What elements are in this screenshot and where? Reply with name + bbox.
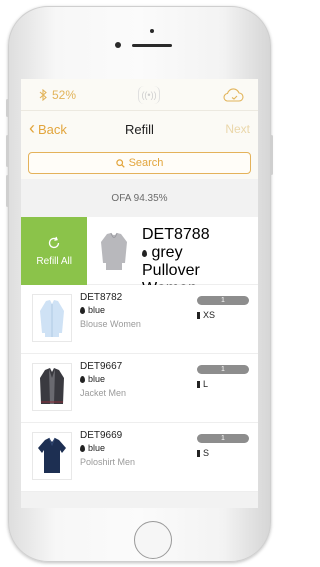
size-info: S [197, 448, 251, 458]
article-number: DET8788 [142, 226, 210, 243]
article-color: blue [80, 443, 197, 453]
jacket-icon [32, 363, 72, 411]
article-color: blue [80, 305, 197, 315]
size-info: L [197, 379, 251, 389]
size-info: XS [197, 310, 251, 320]
chevron-left-icon: ‹ [29, 118, 35, 138]
refill-all-button[interactable]: Refill All [21, 217, 88, 285]
size-icon [197, 380, 200, 388]
list-item[interactable]: DET8782 blue Blouse Women 1 XS [21, 285, 258, 354]
cloud-check-icon[interactable] [222, 87, 244, 102]
item-info: DET9667 blue Jacket Men [80, 354, 197, 422]
blouse-icon [32, 294, 72, 342]
count-badge: 1 [197, 365, 249, 374]
count-badge: 1 [197, 296, 249, 305]
ofa-summary: OFA 94.35% [21, 179, 258, 217]
volume-down-button [6, 175, 9, 207]
item-stock: 1 L [197, 354, 251, 422]
device-status-bar: 52% ((•)) [21, 79, 258, 111]
color-label: blue [88, 443, 106, 453]
color-label: blue [88, 374, 106, 384]
next-button[interactable]: Next [225, 122, 250, 136]
home-button[interactable] [134, 521, 172, 559]
power-button [270, 135, 273, 175]
item-info: DET9669 blue Poloshirt Men [80, 423, 197, 491]
poloshirt-icon [32, 432, 72, 480]
article-color: grey [142, 244, 258, 262]
search-label: Search [128, 157, 164, 169]
bluetooth-icon [39, 88, 47, 101]
item-info: DET8782 blue Blouse Women [80, 285, 197, 353]
size-icon [197, 311, 200, 319]
back-label: Back [38, 121, 67, 137]
search-button[interactable]: Search [28, 152, 251, 174]
color-drop-icon [80, 444, 85, 452]
swiped-item-info: DET8788 grey Pullover Women [142, 217, 258, 297]
battery-percentage: 52% [52, 87, 77, 102]
article-category: Poloshirt Men [80, 457, 136, 467]
front-camera [115, 42, 121, 48]
refill-list: Refill All DET8788 grey Pullover Women [21, 217, 258, 492]
mute-switch [6, 99, 9, 117]
item-stock: 1 XS [197, 285, 251, 353]
color-label: blue [88, 305, 106, 315]
size-label: XS [203, 310, 216, 320]
item-stock: 1 S [197, 423, 251, 491]
proximity-sensor [150, 29, 154, 33]
nfc-icon: ((•)) [138, 85, 161, 104]
article-category: Jacket Men [80, 388, 127, 398]
article-category: Blouse Women [80, 319, 141, 329]
refill-all-label: Refill All [36, 255, 72, 267]
back-button[interactable]: ‹ Back [29, 118, 67, 138]
size-label: S [203, 448, 210, 458]
pullover-icon [94, 227, 134, 275]
color-drop-icon [80, 306, 85, 314]
color-drop-icon [142, 250, 147, 257]
color-drop-icon [80, 375, 85, 383]
list-item[interactable]: DET9669 blue Poloshirt Men 1 S [21, 423, 258, 492]
app-screen: 52% ((•)) ‹ Back Refill Next Search OFA … [21, 79, 258, 508]
search-icon [115, 158, 125, 168]
refresh-icon [49, 236, 60, 248]
article-number: DET9669 [80, 430, 123, 441]
list-item[interactable]: DET9667 blue Jacket Men 1 L [21, 354, 258, 423]
size-icon [197, 449, 200, 457]
volume-up-button [6, 135, 9, 167]
list-item-swiped[interactable]: Refill All DET8788 grey Pullover Women [21, 217, 258, 297]
article-color: blue [80, 374, 197, 384]
earpiece-speaker [132, 44, 172, 47]
article-number: DET8782 [80, 292, 123, 303]
size-label: L [203, 379, 209, 389]
bluetooth-status: 52% [39, 88, 76, 102]
navigation-bar: ‹ Back Refill Next [21, 111, 258, 147]
count-badge: 1 [197, 434, 249, 443]
search-bar: Search [21, 147, 258, 179]
article-number: DET9667 [80, 361, 123, 372]
color-label: grey [151, 244, 183, 261]
